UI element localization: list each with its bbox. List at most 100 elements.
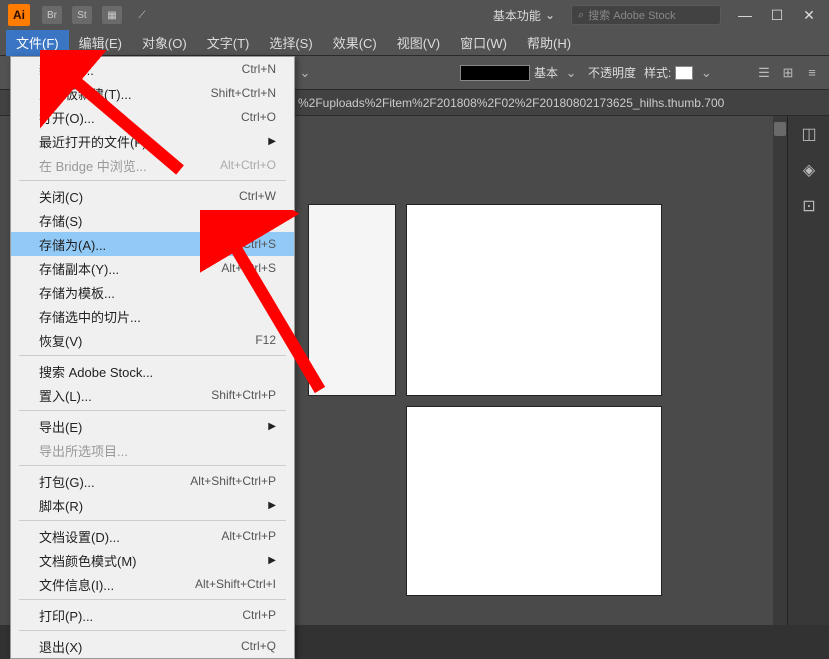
menu-edit[interactable]: 编辑(E) xyxy=(69,29,132,56)
menu-effect[interactable]: 效果(C) xyxy=(323,29,387,56)
menu-separator xyxy=(19,465,286,466)
menu-view[interactable]: 视图(V) xyxy=(387,29,450,56)
chevron-right-icon: ▶ xyxy=(268,421,276,432)
menu-shortcut: Ctrl+O xyxy=(241,110,276,124)
search-icon: ⌕ xyxy=(578,9,584,22)
menu-item-10[interactable]: 存储为模板... xyxy=(11,280,294,304)
menu-shortcut: Alt+Shift+Ctrl+P xyxy=(190,474,276,488)
maximize-button[interactable]: ☐ xyxy=(765,5,789,25)
chevron-down-icon[interactable]: ⌄ xyxy=(296,64,314,82)
menu-item-label: 关闭(C) xyxy=(39,187,83,206)
menu-item-label: 文档颜色模式(M) xyxy=(39,551,137,570)
libraries-panel-icon[interactable]: ⊡ xyxy=(788,188,829,224)
menu-shortcut: Alt+Ctrl+P xyxy=(221,529,276,543)
menu-item-label: 脚本(R) xyxy=(39,496,83,515)
menu-item-12[interactable]: 恢复(V) F12 xyxy=(11,328,294,352)
menu-item-label: 文件信息(I)... xyxy=(39,575,114,594)
menu-item-17[interactable]: 导出(E) ▶ xyxy=(11,414,294,438)
menu-item-label: 打印(P)... xyxy=(39,606,93,625)
menu-separator xyxy=(19,410,286,411)
menu-item-3[interactable]: 最近打开的文件(F)▶ xyxy=(11,129,294,153)
menu-item-label: 存储副本(Y)... xyxy=(39,259,119,278)
menu-help[interactable]: 帮助(H) xyxy=(517,29,581,56)
menu-window[interactable]: 窗口(W) xyxy=(450,29,517,56)
style-swatch[interactable] xyxy=(675,66,693,80)
menu-item-label: 在 Bridge 中浏览... xyxy=(39,156,147,175)
menu-shortcut: Shift+Ctrl+N xyxy=(211,86,276,100)
menu-item-label: 打包(G)... xyxy=(39,472,95,491)
layers-panel-icon[interactable]: ◈ xyxy=(788,152,829,188)
search-placeholder: 搜索 Adobe Stock xyxy=(588,7,675,23)
stroke-preview[interactable] xyxy=(460,65,530,81)
menu-item-1[interactable]: 从模板新建(T)...Shift+Ctrl+N xyxy=(11,81,294,105)
menu-item-24[interactable]: 文档颜色模式(M) ▶ xyxy=(11,548,294,572)
menu-type[interactable]: 文字(T) xyxy=(197,29,260,56)
menu-separator xyxy=(19,180,286,181)
close-button[interactable]: ✕ xyxy=(797,5,821,25)
menu-item-14[interactable]: 搜索 Adobe Stock... xyxy=(11,359,294,383)
workspace-selector[interactable]: 基本功能 ⌄ xyxy=(485,5,563,26)
opacity-label: 不透明度 xyxy=(588,64,636,81)
artboard-1[interactable] xyxy=(308,204,396,396)
menu-item-27[interactable]: 打印(P)... Ctrl+P xyxy=(11,603,294,627)
menu-item-15[interactable]: 置入(L)... Shift+Ctrl+P xyxy=(11,383,294,407)
menu-bar: 文件(F) 编辑(E) 对象(O) 文字(T) 选择(S) 效果(C) 视图(V… xyxy=(0,30,829,56)
menu-item-label: 置入(L)... xyxy=(39,386,92,405)
menu-item-label: 导出(E) xyxy=(39,417,82,436)
menu-item-7[interactable]: 存储(S)Ctrl+S xyxy=(11,208,294,232)
scrollbar-vertical[interactable] xyxy=(773,116,787,625)
menu-separator xyxy=(19,599,286,600)
menu-shortcut: Ctrl+P xyxy=(242,608,276,622)
chevron-right-icon: ▶ xyxy=(268,136,276,147)
menu-shortcut: F12 xyxy=(255,333,276,347)
menu-item-label: 搜索 Adobe Stock... xyxy=(39,362,153,381)
menu-object[interactable]: 对象(O) xyxy=(132,29,197,56)
menu-item-0[interactable]: 新建(N)...Ctrl+N xyxy=(11,57,294,81)
menu-item-11[interactable]: 存储选中的切片... xyxy=(11,304,294,328)
artboard-3[interactable] xyxy=(406,406,662,596)
menu-item-label: 文档设置(D)... xyxy=(39,527,120,546)
menu-item-21[interactable]: 脚本(R)▶ xyxy=(11,493,294,517)
menu-item-9[interactable]: 存储副本(Y)... Alt+Ctrl+S xyxy=(11,256,294,280)
workspace-label: 基本功能 xyxy=(493,7,541,24)
artboard-2[interactable] xyxy=(406,204,662,396)
align-icon[interactable]: ☰ xyxy=(755,64,773,82)
minimize-button[interactable]: — xyxy=(733,5,757,25)
menu-shortcut: Alt+Ctrl+S xyxy=(221,261,276,275)
menu-item-label: 存储为(A)... xyxy=(39,235,106,254)
menu-file[interactable]: 文件(F) xyxy=(6,29,69,56)
menu-separator xyxy=(19,630,286,631)
menu-item-23[interactable]: 文档设置(D)... Alt+Ctrl+P xyxy=(11,524,294,548)
stock-icon[interactable]: St xyxy=(72,6,92,24)
chevron-down-icon[interactable]: ⌄ xyxy=(697,64,715,82)
menu-shortcut: Shift+Ctrl+P xyxy=(211,388,276,402)
menu-shortcut: Ctrl+W xyxy=(239,189,276,203)
panel-menu-icon[interactable]: ≡ xyxy=(803,64,821,82)
search-input[interactable]: ⌕ 搜索 Adobe Stock xyxy=(571,5,721,25)
menu-item-label: 打开(O)... xyxy=(39,108,95,127)
menu-shortcut: Ctrl+N xyxy=(242,62,276,76)
transform-icon[interactable]: ⊞ xyxy=(779,64,797,82)
title-bar: Ai Br St ▦ ⟋ 基本功能 ⌄ ⌕ 搜索 Adobe Stock — ☐… xyxy=(0,0,829,30)
menu-item-20[interactable]: 打包(G)... Alt+Shift+Ctrl+P xyxy=(11,469,294,493)
menu-item-25[interactable]: 文件信息(I)...Alt+Shift+Ctrl+I xyxy=(11,572,294,596)
menu-item-label: 退出(X) xyxy=(39,637,82,656)
menu-separator xyxy=(19,520,286,521)
chevron-right-icon: ▶ xyxy=(268,555,276,566)
gpu-icon[interactable]: ⟋ xyxy=(132,6,152,24)
menu-item-label: 恢复(V) xyxy=(39,331,82,350)
menu-select[interactable]: 选择(S) xyxy=(259,29,322,56)
menu-item-8[interactable]: 存储为(A)...Shift+Ctrl+S xyxy=(11,232,294,256)
menu-shortcut: Alt+Ctrl+O xyxy=(220,158,276,172)
arrange-icon[interactable]: ▦ xyxy=(102,6,122,24)
chevron-down-icon[interactable]: ⌄ xyxy=(562,64,580,82)
menu-shortcut: Ctrl+Q xyxy=(241,639,276,653)
menu-item-2[interactable]: 打开(O)... Ctrl+O xyxy=(11,105,294,129)
menu-separator xyxy=(19,355,286,356)
menu-item-6[interactable]: 关闭(C) Ctrl+W xyxy=(11,184,294,208)
menu-item-29[interactable]: 退出(X) Ctrl+Q xyxy=(11,634,294,658)
scroll-thumb[interactable] xyxy=(774,122,786,136)
bridge-icon[interactable]: Br xyxy=(42,6,62,24)
properties-panel-icon[interactable]: ◫ xyxy=(788,116,829,152)
menu-item-label: 导出所选项目... xyxy=(39,441,128,460)
